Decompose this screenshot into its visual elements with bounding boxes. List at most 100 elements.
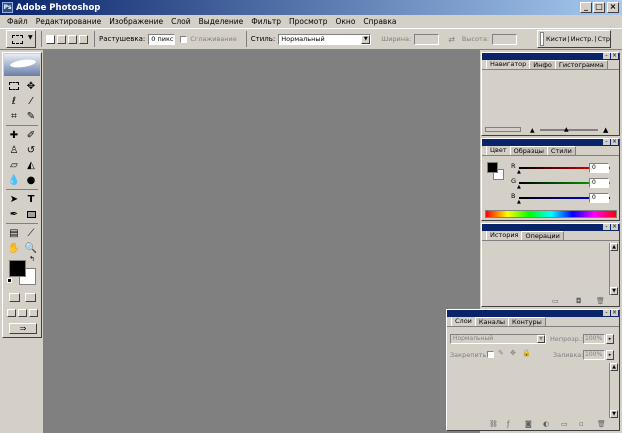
- hand-tool-icon[interactable]: ✋: [7, 241, 21, 255]
- swap-icon[interactable]: ⇄: [448, 35, 455, 44]
- paint-bucket-icon[interactable]: ◭: [24, 158, 38, 172]
- opacity-arrow-icon[interactable]: ▸: [606, 334, 614, 344]
- lock-paint-icon[interactable]: ✎: [498, 349, 504, 357]
- green-value-input[interactable]: 0: [589, 178, 609, 188]
- minimize-button[interactable]: _: [580, 2, 592, 13]
- fill-input[interactable]: 100%: [583, 350, 605, 360]
- jump-to-imageready-icon[interactable]: ⇒: [9, 323, 37, 334]
- brushes-tab[interactable]: Кисти: [546, 35, 566, 43]
- green-slider-thumb[interactable]: ▲: [517, 184, 521, 190]
- tab-history[interactable]: История: [486, 230, 523, 240]
- zoom-tool-icon[interactable]: 🔍: [24, 241, 38, 255]
- red-value-input[interactable]: 0: [589, 163, 609, 173]
- blue-slider-thumb[interactable]: ▲: [517, 199, 521, 205]
- delete-state-icon[interactable]: 🗑: [596, 297, 605, 305]
- rectangle-tool-icon[interactable]: [24, 207, 38, 221]
- standard-mode-icon[interactable]: [9, 293, 20, 302]
- screen-mode-standard-icon[interactable]: [7, 309, 16, 317]
- zoom-slider-thumb[interactable]: ▲: [564, 126, 569, 133]
- tab-layers[interactable]: Слои: [451, 316, 476, 326]
- chevron-down-icon[interactable]: ▼: [537, 335, 545, 343]
- add-selection-icon[interactable]: [57, 34, 66, 44]
- width-input[interactable]: [414, 33, 440, 45]
- close-panel-button[interactable]: ×: [611, 224, 618, 230]
- zoom-out-icon[interactable]: ▲: [530, 127, 535, 134]
- move-tool-icon[interactable]: ✥: [24, 79, 38, 93]
- default-colors-icon[interactable]: [7, 278, 12, 283]
- layer-mask-icon[interactable]: ◙: [525, 420, 532, 428]
- zoom-slider[interactable]: [540, 129, 598, 131]
- panel-title-bar[interactable]: - ×: [482, 53, 619, 60]
- scroll-down-arrow[interactable]: ▼: [610, 410, 618, 418]
- menu-file[interactable]: Файл: [3, 17, 32, 26]
- new-document-from-state-icon[interactable]: ▭: [552, 297, 559, 305]
- style-select[interactable]: Нормальный ▼: [278, 33, 372, 45]
- panel-title-bar[interactable]: - ×: [447, 310, 619, 317]
- antialias-checkbox[interactable]: [180, 35, 188, 43]
- tab-info[interactable]: Инфо: [529, 60, 556, 69]
- blue-value-input[interactable]: 0: [589, 193, 609, 203]
- adjustment-layer-icon[interactable]: ◐: [543, 420, 549, 428]
- dodge-tool-icon[interactable]: ●: [24, 173, 38, 187]
- zoom-field[interactable]: [485, 127, 521, 132]
- lock-move-icon[interactable]: ✥: [510, 349, 516, 357]
- tool-presets-tab[interactable]: Инстр.: [571, 35, 594, 43]
- close-panel-button[interactable]: ×: [611, 53, 618, 59]
- pen-tool-icon[interactable]: ✒: [7, 207, 21, 221]
- layer-style-icon[interactable]: ƒ: [507, 420, 509, 428]
- red-slider-thumb[interactable]: ▲: [517, 169, 521, 175]
- quick-mask-icon[interactable]: [25, 293, 36, 302]
- delete-layer-icon[interactable]: 🗑: [597, 420, 606, 428]
- menu-edit[interactable]: Редактирование: [32, 17, 105, 26]
- eyedropper-icon[interactable]: ⟋: [24, 226, 38, 240]
- panel-title-bar[interactable]: - ×: [482, 224, 619, 231]
- menu-filter[interactable]: Фильтр: [247, 17, 285, 26]
- close-panel-button[interactable]: ×: [611, 139, 618, 145]
- magic-wand-icon[interactable]: ⁄: [24, 94, 38, 108]
- path-selection-icon[interactable]: ➤: [7, 192, 21, 206]
- menu-select[interactable]: Выделение: [195, 17, 248, 26]
- fill-arrow-icon[interactable]: ▸: [606, 350, 614, 360]
- color-spectrum-bar[interactable]: [485, 210, 617, 218]
- minimize-panel-button[interactable]: -: [603, 53, 610, 59]
- menu-help[interactable]: Справка: [359, 17, 400, 26]
- color-foreground-swatch[interactable]: [487, 162, 498, 173]
- new-selection-icon[interactable]: [46, 34, 55, 44]
- menu-view[interactable]: Просмотр: [285, 17, 332, 26]
- lasso-tool-icon[interactable]: ℓ: [7, 94, 21, 108]
- eraser-tool-icon[interactable]: ▱: [7, 158, 21, 172]
- link-layers-icon[interactable]: ⛓: [489, 420, 498, 428]
- screen-mode-full-icon[interactable]: [29, 309, 38, 317]
- foreground-color-swatch[interactable]: [9, 260, 26, 277]
- notes-tool-icon[interactable]: ▤: [7, 226, 21, 240]
- close-panel-button[interactable]: ×: [611, 310, 618, 316]
- tab-actions[interactable]: Операции: [521, 231, 564, 240]
- workspace[interactable]: [43, 50, 480, 433]
- slice-tool-icon[interactable]: ✎: [24, 109, 38, 123]
- menu-window[interactable]: Окно: [331, 17, 359, 26]
- new-snapshot-icon[interactable]: ◘: [576, 297, 582, 305]
- minimize-panel-button[interactable]: -: [603, 310, 610, 316]
- blur-tool-icon[interactable]: 💧: [7, 173, 21, 187]
- opacity-input[interactable]: 100%: [583, 334, 605, 344]
- intersect-selection-icon[interactable]: [79, 34, 88, 44]
- marquee-tool-icon[interactable]: [7, 79, 21, 93]
- chevron-down-icon[interactable]: ▼: [361, 34, 371, 44]
- toolbox-header[interactable]: [4, 54, 40, 76]
- menu-layer[interactable]: Слой: [167, 17, 195, 26]
- lock-transparency-checkbox[interactable]: [487, 351, 494, 358]
- clone-stamp-icon[interactable]: ♙: [7, 143, 21, 157]
- history-brush-icon[interactable]: ↺: [24, 143, 38, 157]
- swap-colors-icon[interactable]: ↰: [29, 255, 35, 263]
- blend-mode-select[interactable]: Нормальный ▼: [450, 334, 546, 344]
- height-input[interactable]: [492, 33, 518, 45]
- tab-channels[interactable]: Каналы: [474, 317, 510, 326]
- history-scrollbar[interactable]: ▲ ▼: [609, 243, 618, 295]
- type-tool-icon[interactable]: T: [24, 192, 38, 206]
- zoom-in-icon[interactable]: ▲: [603, 126, 608, 134]
- tab-paths[interactable]: Контуры: [508, 317, 546, 326]
- crop-tool-icon[interactable]: ⌗: [7, 109, 21, 123]
- new-set-icon[interactable]: ▭: [561, 420, 568, 428]
- feather-input[interactable]: 0 пикс: [148, 33, 176, 45]
- tab-styles[interactable]: Стили: [546, 146, 576, 155]
